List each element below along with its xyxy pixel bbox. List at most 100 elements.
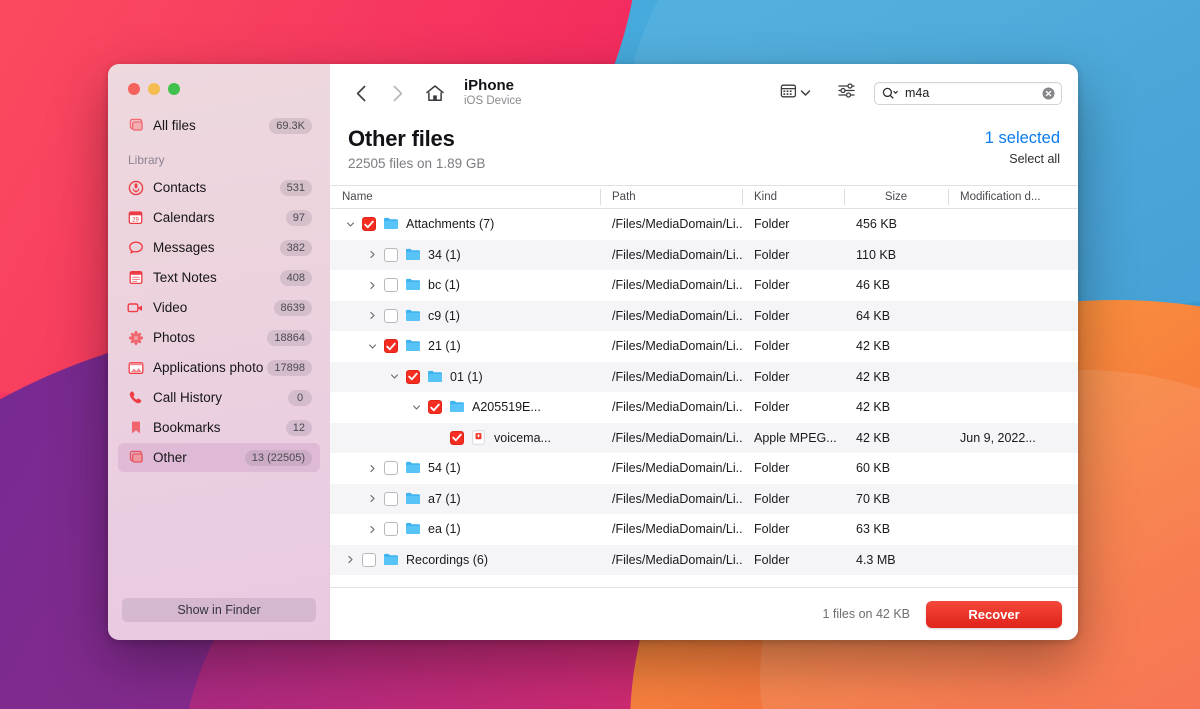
file-size-label: 42 KB — [856, 430, 891, 445]
row-checkbox[interactable] — [384, 491, 398, 506]
table-row[interactable]: 34 (1) /Files/MediaDomain/Li... Folder 1… — [330, 239, 1078, 270]
search-icon — [882, 87, 900, 100]
sidebar-item-other[interactable]: Other 13 (22505) — [118, 443, 320, 472]
cell-size: 42 KB — [844, 423, 948, 454]
row-checkbox[interactable] — [450, 430, 464, 445]
disclosure-triangle-icon[interactable] — [364, 250, 380, 259]
cell-modification-date — [948, 484, 1078, 515]
row-checkbox[interactable] — [384, 247, 398, 262]
cell-name: bc (1) — [330, 270, 600, 301]
column-header-modification-date[interactable]: Modification d... — [948, 185, 1078, 209]
disclosure-triangle-icon[interactable] — [364, 281, 380, 290]
column-header-path[interactable]: Path — [600, 185, 742, 209]
file-kind-label: Folder — [754, 339, 790, 354]
row-checkbox[interactable] — [384, 339, 398, 354]
show-in-finder-button[interactable]: Show in Finder — [122, 598, 316, 622]
row-checkbox[interactable] — [384, 461, 398, 476]
disclosure-triangle-icon[interactable] — [342, 555, 358, 564]
sidebar-item-applications-photo[interactable]: Applications photo 17898 — [118, 353, 320, 382]
search-field[interactable]: m4a — [874, 81, 1062, 105]
view-mode-button[interactable] — [776, 83, 815, 104]
close-button[interactable] — [128, 83, 140, 95]
row-checkbox[interactable] — [384, 308, 398, 323]
row-checkbox[interactable] — [384, 522, 398, 537]
disclosure-triangle-icon[interactable] — [364, 464, 380, 473]
cell-size: 42 KB — [844, 331, 948, 362]
disclosure-triangle-icon[interactable] — [364, 525, 380, 534]
cell-path: /Files/MediaDomain/Li... — [600, 301, 742, 332]
back-button[interactable] — [348, 80, 374, 106]
column-header-name[interactable]: Name — [330, 185, 600, 209]
sidebar-item-badge: 69.3K — [269, 117, 312, 134]
disclosure-triangle-icon[interactable] — [364, 311, 380, 320]
recover-button[interactable]: Recover — [926, 600, 1062, 628]
cell-path: /Files/MediaDomain/Li... — [600, 270, 742, 301]
file-size-label: 42 KB — [856, 400, 891, 415]
table-row[interactable]: a7 (1) /Files/MediaDomain/Li... Folder 7… — [330, 483, 1078, 515]
table-row[interactable]: ea (1) /Files/MediaDomain/Li... Folder 6… — [330, 514, 1078, 545]
footer-selection-info: 1 files on 42 KB — [822, 607, 910, 621]
clear-circle-icon[interactable] — [1042, 87, 1055, 100]
column-header-size[interactable]: Size — [844, 185, 948, 209]
folder-icon — [405, 460, 421, 476]
row-checkbox[interactable] — [428, 400, 442, 415]
file-name-label: ea (1) — [428, 522, 461, 537]
sidebar-item-text-notes[interactable]: Text Notes 408 — [118, 263, 320, 292]
sidebar-item-label: Video — [153, 300, 188, 315]
sidebar-footer: Show in Finder — [108, 598, 330, 640]
search-input[interactable]: m4a — [905, 86, 1042, 100]
disclosure-triangle-icon[interactable] — [386, 372, 402, 381]
sidebar-item-bookmarks[interactable]: Bookmarks 12 — [118, 413, 320, 442]
cell-path: /Files/MediaDomain/Li... — [600, 423, 742, 454]
file-path-label: /Files/MediaDomain/Li... — [612, 247, 742, 262]
cell-modification-date: Jun 9, 2022... — [948, 423, 1078, 454]
row-checkbox[interactable] — [362, 552, 376, 567]
select-all-link[interactable]: Select all — [985, 152, 1060, 166]
maximize-button[interactable] — [168, 83, 180, 95]
cell-name: Attachments (7) — [330, 209, 600, 240]
disclosure-triangle-icon[interactable] — [364, 494, 380, 503]
notes-icon — [127, 269, 144, 286]
sidebar-item-call-history[interactable]: Call History 0 — [118, 383, 320, 412]
home-button[interactable] — [420, 79, 450, 107]
column-header-kind[interactable]: Kind — [742, 185, 844, 209]
forward-button[interactable] — [384, 80, 410, 106]
sidebar-item-calendars[interactable]: 29 Calendars 97 — [118, 203, 320, 232]
filter-button[interactable] — [833, 82, 860, 104]
file-name-label: voicema... — [494, 430, 551, 445]
table-row[interactable]: c9 (1) /Files/MediaDomain/Li... Folder 6… — [330, 300, 1078, 332]
cell-name: voicema... — [330, 423, 600, 454]
minimize-button[interactable] — [148, 83, 160, 95]
table-row[interactable]: 01 (1) /Files/MediaDomain/Li... Folder 4… — [330, 361, 1078, 392]
disclosure-triangle-icon[interactable] — [342, 220, 358, 229]
row-checkbox[interactable] — [362, 217, 376, 232]
disclosure-triangle-icon[interactable] — [408, 403, 424, 412]
table-row[interactable]: voicema... /Files/MediaDomain/Li... Appl… — [330, 422, 1078, 454]
file-name-label: 54 (1) — [428, 461, 461, 476]
sidebar-item-label: Other — [153, 450, 187, 465]
sidebar-item-label: Photos — [153, 330, 196, 345]
sidebar-item-all-files[interactable]: All files 69.3K — [118, 111, 320, 140]
table-row[interactable]: 54 (1) /Files/MediaDomain/Li... Folder 6… — [330, 453, 1078, 484]
table-row[interactable]: Attachments (7) /Files/MediaDomain/Li...… — [330, 209, 1078, 240]
device-name: iPhone — [464, 76, 515, 94]
table-row[interactable]: 21 (1) /Files/MediaDomain/Li... Folder 4… — [330, 331, 1078, 362]
file-size-label: 46 KB — [856, 278, 891, 293]
file-name-label: c9 (1) — [428, 308, 460, 323]
cell-path: /Files/MediaDomain/Li... — [600, 453, 742, 484]
row-checkbox[interactable] — [406, 369, 420, 384]
file-path-label: /Files/MediaDomain/Li... — [612, 522, 742, 537]
sidebar-item-messages[interactable]: Messages 382 — [118, 233, 320, 262]
folder-icon — [427, 369, 443, 385]
cell-name: ea (1) — [330, 514, 600, 545]
row-checkbox[interactable] — [384, 278, 398, 293]
table-row[interactable]: bc (1) /Files/MediaDomain/Li... Folder 4… — [330, 270, 1078, 301]
sidebar-item-photos[interactable]: Photos 18864 — [118, 323, 320, 352]
table-row[interactable]: Recordings (6) /Files/MediaDomain/Li... … — [330, 544, 1078, 575]
other-files-icon — [127, 449, 144, 466]
sidebar-item-contacts[interactable]: Contacts 531 — [118, 173, 320, 202]
disclosure-triangle-icon[interactable] — [364, 342, 380, 351]
table-row[interactable]: A205519E... /Files/MediaDomain/Li... Fol… — [330, 392, 1078, 423]
sidebar-item-video[interactable]: Video 8639 — [118, 293, 320, 322]
file-date-label: Jun 9, 2022... — [960, 430, 1036, 445]
